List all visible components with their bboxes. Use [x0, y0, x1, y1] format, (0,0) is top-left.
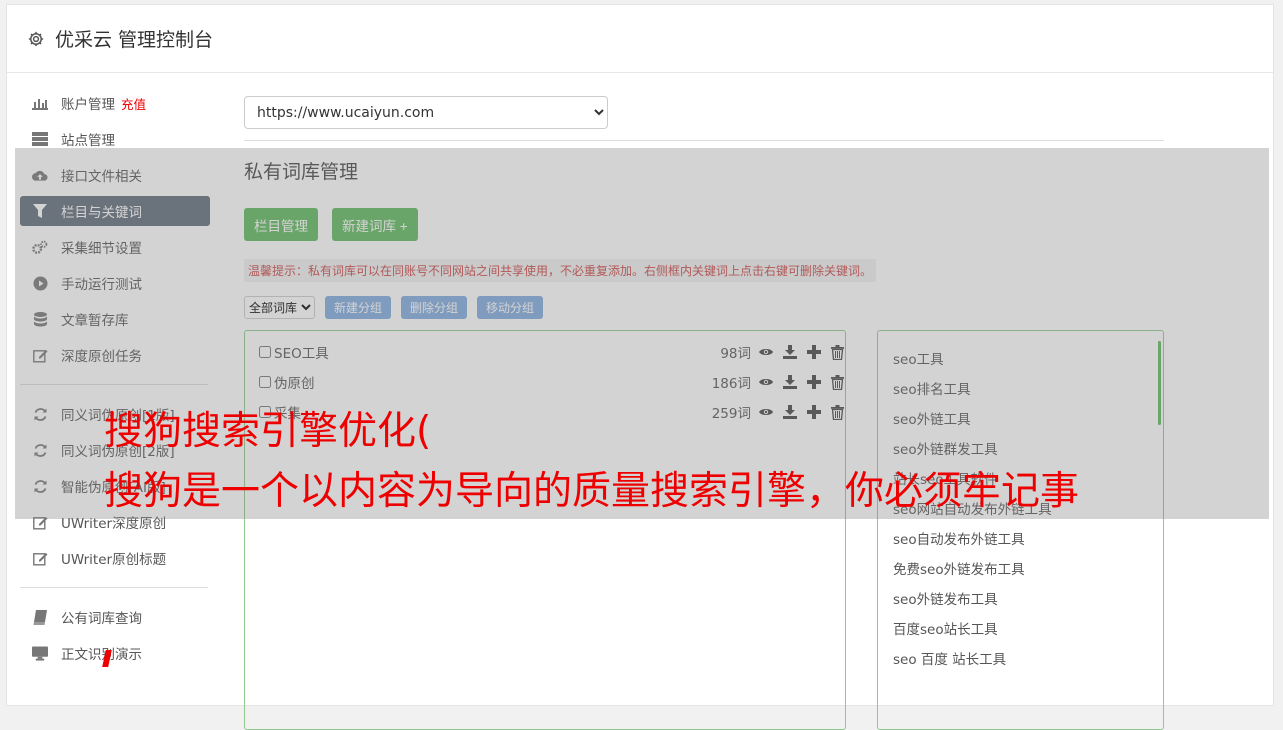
gear-icon — [27, 30, 45, 48]
book-icon — [32, 609, 48, 625]
sidebar-item-label: 公有词库查询 — [61, 611, 142, 627]
keyword-item[interactable]: 百度seo站长工具 — [893, 613, 1163, 643]
keyword-item[interactable]: seo自动发布外链工具 — [893, 523, 1163, 553]
divider — [244, 140, 1164, 141]
overlay-caption-line1: 搜狗搜索引擎优化( — [104, 409, 432, 454]
sidebar-item-label: UWriter原创标题 — [61, 552, 167, 568]
overlay-caption-line2: 搜狗是一个以内容为导向的质量搜索引擎，你必须牢记事 — [104, 469, 1080, 514]
keyword-item[interactable]: 免费seo外链发布工具 — [893, 553, 1163, 583]
header: 优采云 管理控制台 — [7, 5, 1273, 73]
monitor-icon — [32, 645, 48, 661]
sidebar-item-account[interactable]: 账户管理 充值 — [20, 88, 210, 118]
sidebar-item-label: 站点管理 — [61, 133, 115, 149]
gray-overlay — [15, 148, 1269, 519]
keyword-item[interactable]: seo 百度 站长工具 — [893, 643, 1163, 673]
bar-chart-icon — [32, 95, 48, 111]
sidebar-item-label: 账户管理 — [61, 97, 115, 113]
sidebar-divider — [20, 587, 208, 588]
site-select[interactable]: https://www.ucaiyun.com — [244, 96, 608, 129]
sidebar-item-label: 正文识别演示 — [61, 647, 142, 663]
recharge-link[interactable]: 充值 — [121, 94, 146, 113]
page-header-title: 优采云 管理控制台 — [55, 29, 214, 51]
sidebar-item-uwriter-title[interactable]: UWriter原创标题 — [20, 543, 210, 573]
edit-icon — [32, 550, 48, 566]
sidebar-item-text-recognition[interactable]: 正文识别演示 — [20, 638, 210, 668]
keyword-item[interactable]: seo外链发布工具 — [893, 583, 1163, 613]
sidebar-item-public-lexicon[interactable]: 公有词库查询 — [20, 602, 210, 632]
server-icon — [32, 131, 48, 147]
